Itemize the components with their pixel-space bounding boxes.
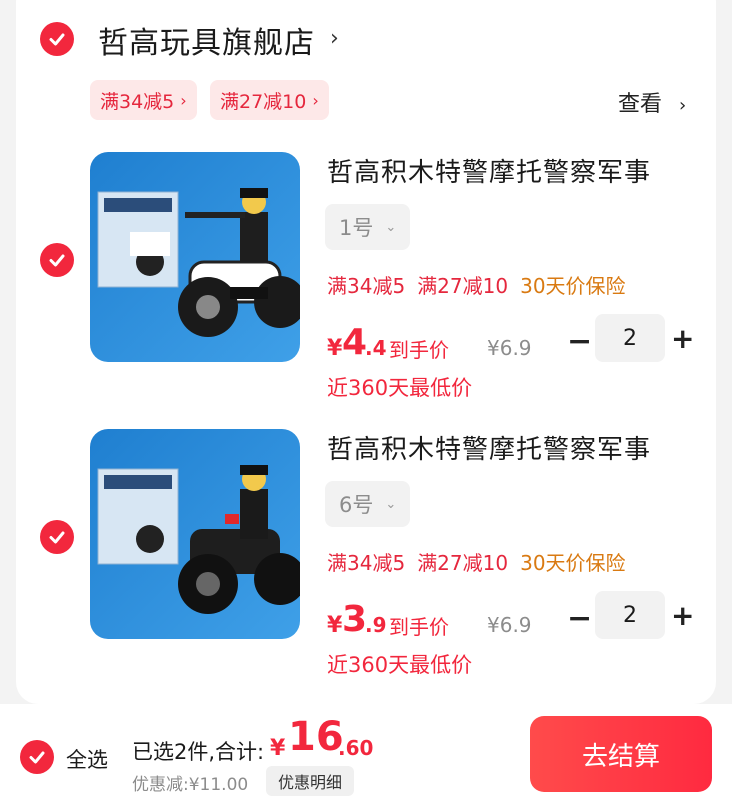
price-guarantee: 30天价保险 bbox=[520, 274, 626, 298]
promo-tag-label: 满27减10 bbox=[220, 90, 307, 113]
selected-summary: 已选2件,合计: bbox=[132, 740, 265, 764]
chevron-down-icon: ⌄ bbox=[385, 219, 397, 235]
total-currency: ¥ bbox=[270, 736, 286, 761]
price-row: ¥ 3 .9 到手价 ¥6.9 − 2 + bbox=[327, 591, 727, 643]
price-label: 到手价 bbox=[389, 615, 449, 639]
promo-text: 满27减10 bbox=[417, 274, 509, 298]
chevron-right-icon: › bbox=[312, 90, 319, 110]
price-guarantee: 30天价保险 bbox=[520, 551, 626, 575]
checkmark-icon bbox=[29, 751, 45, 764]
discount-detail-button[interactable]: 优惠明细 bbox=[266, 766, 355, 796]
checkmark-icon bbox=[49, 531, 65, 544]
item-checkbox[interactable] bbox=[40, 243, 74, 277]
original-price: ¥6.9 bbox=[487, 336, 532, 360]
price-integer: 4 bbox=[342, 322, 368, 363]
promo-text: 满34减5 bbox=[327, 274, 406, 298]
cart-item: 哲高积木特警摩托警察军事 1号 ⌄ 满34减5 满27减10 30天价保险 ¥ … bbox=[0, 150, 732, 420]
quantity-input[interactable]: 2 bbox=[595, 591, 665, 639]
promo-tag[interactable]: 满27减10 › bbox=[210, 80, 329, 120]
lowest-price-note: 近360天最低价 bbox=[327, 653, 473, 677]
decrease-quantity-button[interactable]: − bbox=[567, 324, 592, 359]
product-image[interactable] bbox=[90, 152, 300, 362]
promo-text: 满34减5 bbox=[327, 551, 406, 575]
chevron-right-icon: › bbox=[679, 95, 687, 116]
product-image[interactable] bbox=[90, 429, 300, 639]
decrease-quantity-button[interactable]: − bbox=[567, 601, 592, 636]
price-decimal: .4 bbox=[365, 336, 387, 360]
store-name[interactable]: 哲高玩具旗舰店 bbox=[98, 18, 315, 62]
variant-label: 6号 bbox=[339, 493, 374, 517]
promo-text: 满27减10 bbox=[417, 551, 509, 575]
cart-item: 哲高积木特警摩托警察军事 6号 ⌄ 满34减5 满27减10 30天价保险 ¥ … bbox=[0, 427, 732, 697]
product-title[interactable]: 哲高积木特警摩托警察军事 bbox=[327, 429, 651, 466]
currency-symbol: ¥ bbox=[327, 336, 343, 361]
chevron-right-icon: › bbox=[180, 90, 187, 110]
item-checkbox[interactable] bbox=[40, 520, 74, 554]
select-all-checkbox[interactable] bbox=[20, 740, 54, 774]
promo-tag[interactable]: 满34减5 › bbox=[90, 80, 197, 120]
view-more-link[interactable]: 查看 › bbox=[618, 86, 686, 118]
lowest-price-note: 近360天最低价 bbox=[327, 376, 473, 400]
checkmark-icon bbox=[49, 254, 65, 267]
product-title[interactable]: 哲高积木特警摩托警察军事 bbox=[327, 152, 651, 189]
checkout-bar: 全选 已选2件,合计: ¥ 16 .60 优惠减:¥11.00 优惠明细 去结算 bbox=[0, 704, 732, 800]
price-decimal: .9 bbox=[365, 613, 387, 637]
variant-selector[interactable]: 6号 ⌄ bbox=[325, 481, 411, 527]
view-more-label: 查看 bbox=[618, 92, 663, 117]
discount-amount: 优惠减:¥11.00 bbox=[132, 775, 249, 795]
price-integer: 3 bbox=[342, 599, 368, 640]
chevron-right-icon[interactable]: › bbox=[330, 26, 339, 51]
price-label: 到手价 bbox=[389, 338, 449, 362]
variant-selector[interactable]: 1号 ⌄ bbox=[325, 204, 411, 250]
item-promos: 满34减5 满27减10 30天价保险 bbox=[327, 270, 626, 299]
increase-quantity-button[interactable]: + bbox=[671, 599, 694, 632]
currency-symbol: ¥ bbox=[327, 613, 343, 638]
price-row: ¥ 4 .4 到手价 ¥6.9 − 2 + bbox=[327, 314, 727, 366]
total-decimal: .60 bbox=[338, 736, 374, 760]
checkout-button[interactable]: 去结算 bbox=[530, 716, 712, 792]
total-integer: 16 bbox=[288, 714, 344, 760]
increase-quantity-button[interactable]: + bbox=[671, 322, 694, 355]
checkmark-icon bbox=[49, 33, 65, 46]
variant-label: 1号 bbox=[339, 216, 374, 240]
quantity-input[interactable]: 2 bbox=[595, 314, 665, 362]
store-checkbox[interactable] bbox=[40, 22, 74, 56]
item-promos: 满34减5 满27减10 30天价保险 bbox=[327, 547, 626, 576]
original-price: ¥6.9 bbox=[487, 613, 532, 637]
chevron-down-icon: ⌄ bbox=[385, 496, 397, 512]
select-all-label[interactable]: 全选 bbox=[66, 744, 108, 774]
promo-tag-label: 满34减5 bbox=[100, 90, 175, 113]
